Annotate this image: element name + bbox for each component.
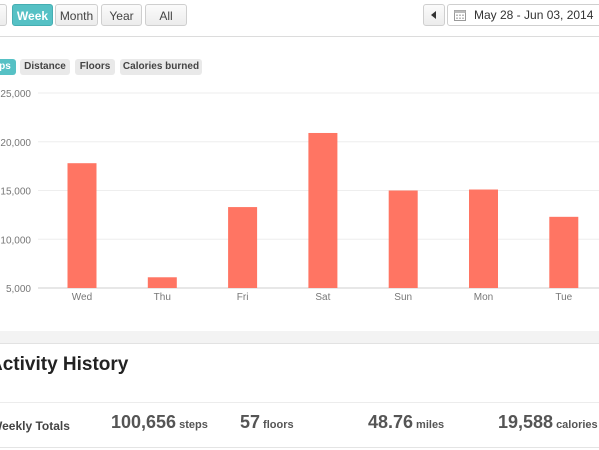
weekly-totals-row: Weekly Totals 100,656steps 57floors 48.7… [0, 402, 599, 448]
total-calories: 19,588 calories [498, 412, 598, 433]
bar-tue [549, 216, 579, 288]
total-steps-value: 100,656 [111, 412, 177, 432]
total-steps-unit: steps [179, 419, 208, 431]
x-tick-label: Fri [237, 292, 249, 303]
y-tick-label: 20,000 [0, 138, 31, 149]
range-button-day[interactable] [0, 4, 7, 26]
y-tick-label: 15,000 [0, 187, 31, 198]
x-tick-label: Tue [555, 292, 572, 303]
range-button-week[interactable]: Week [12, 4, 53, 26]
total-floors-unit: floors [263, 419, 294, 431]
total-floors-value: 57 [240, 412, 261, 432]
total-miles-unit: miles [416, 419, 445, 431]
toolbar: Week Month Year All May 28 - Jun 03, 201… [0, 0, 599, 37]
y-tick-label: 5,000 [6, 284, 31, 295]
bar-mon [469, 189, 498, 288]
total-calories-unit: calories [556, 419, 598, 431]
total-floors: 57 floors [240, 412, 294, 433]
x-tick-label: Mon [474, 292, 493, 303]
bar-thu [147, 277, 177, 288]
bar-sun [388, 190, 418, 288]
activity-history-section: Activity History Weekly Totals 100,656st… [0, 343, 599, 450]
bar-sat [308, 132, 338, 288]
bar-wed [67, 163, 97, 288]
total-miles: 48.76 miles [368, 412, 444, 433]
date-range-text: May 28 - Jun 03, 2014 [474, 8, 594, 22]
steps-bar-chart: 25,000 20,000 15,000 10,000 5,000 Wed Thu Fri Sa… [0, 89, 599, 303]
total-miles-value: 48.76 [368, 412, 414, 432]
total-calories-value: 19,588 [498, 412, 554, 432]
activity-history-title: Activity History [0, 354, 129, 375]
x-tick-label: Wed [72, 292, 92, 303]
y-tick-label: 10,000 [0, 235, 31, 246]
bar-fri [228, 207, 258, 288]
range-button-year[interactable]: Year [101, 4, 142, 26]
triangle-left-icon [431, 11, 436, 19]
calendar-icon [454, 10, 466, 21]
date-range-picker[interactable]: May 28 - Jun 03, 2014 [447, 4, 599, 26]
range-button-all[interactable]: All [145, 4, 187, 26]
chart-panel: ps Distance Floors Calories burned 25,00… [0, 37, 599, 331]
x-tick-label: Sun [394, 292, 412, 303]
range-button-month[interactable]: Month [55, 4, 98, 26]
x-tick-label: Thu [154, 292, 171, 303]
total-steps: 100,656 steps [111, 412, 208, 433]
y-tick-label: 25,000 [0, 89, 31, 100]
x-tick-label: Sat [315, 292, 330, 303]
weekly-totals-label: Weekly Totals [0, 419, 70, 433]
previous-period-button[interactable] [423, 4, 445, 26]
